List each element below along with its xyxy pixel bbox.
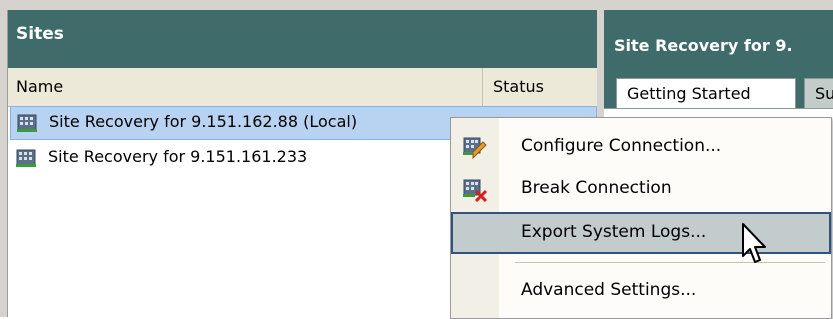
menu-item-label: Advanced Settings... <box>521 280 697 300</box>
site-row-label: Site Recovery for 9.151.161.233 <box>48 147 308 166</box>
site-icon <box>17 114 37 132</box>
column-header-status-label: Status <box>493 77 544 96</box>
sites-panel-header: Sites <box>8 10 597 69</box>
site-icon <box>16 149 36 167</box>
menu-item-label: Configure Connection... <box>521 136 722 156</box>
sites-table-header: Name Status <box>8 68 597 107</box>
tab-getting-started[interactable]: Getting Started <box>616 78 796 109</box>
menu-separator <box>515 262 825 263</box>
menu-item-export-system-logs[interactable]: Export System Logs... <box>451 212 831 254</box>
menu-item-advanced-settings[interactable]: Advanced Settings... <box>451 270 831 312</box>
break-connection-icon <box>463 179 487 202</box>
window-frame: Sites Name Status Site Recovery for 9.15… <box>0 0 833 319</box>
menu-item-configure-connection[interactable]: Configure Connection... <box>451 126 831 168</box>
detail-tabs: Getting Started Su <box>604 68 833 109</box>
tab-getting-started-label: Getting Started <box>627 84 751 103</box>
detail-panel-header: Site Recovery for 9. <box>604 10 833 68</box>
column-header-status[interactable]: Status <box>483 68 597 106</box>
menu-item-label: Export System Logs... <box>521 222 707 242</box>
column-header-name-label: Name <box>16 77 64 96</box>
context-menu: Configure Connection... Break Connection… <box>450 117 832 319</box>
mouse-cursor-icon <box>742 223 766 263</box>
column-header-name[interactable]: Name <box>8 68 483 106</box>
tab-summary[interactable]: Su <box>804 78 833 109</box>
site-row-label: Site Recovery for 9.151.162.88 (Local) <box>49 112 358 131</box>
sites-panel-title: Sites <box>16 24 64 44</box>
menu-item-label: Break Connection <box>521 178 672 198</box>
menu-item-break-connection[interactable]: Break Connection <box>451 168 831 210</box>
tab-summary-label: Su <box>815 84 833 103</box>
configure-connection-icon <box>463 137 487 160</box>
detail-panel-title: Site Recovery for 9. <box>614 36 793 55</box>
